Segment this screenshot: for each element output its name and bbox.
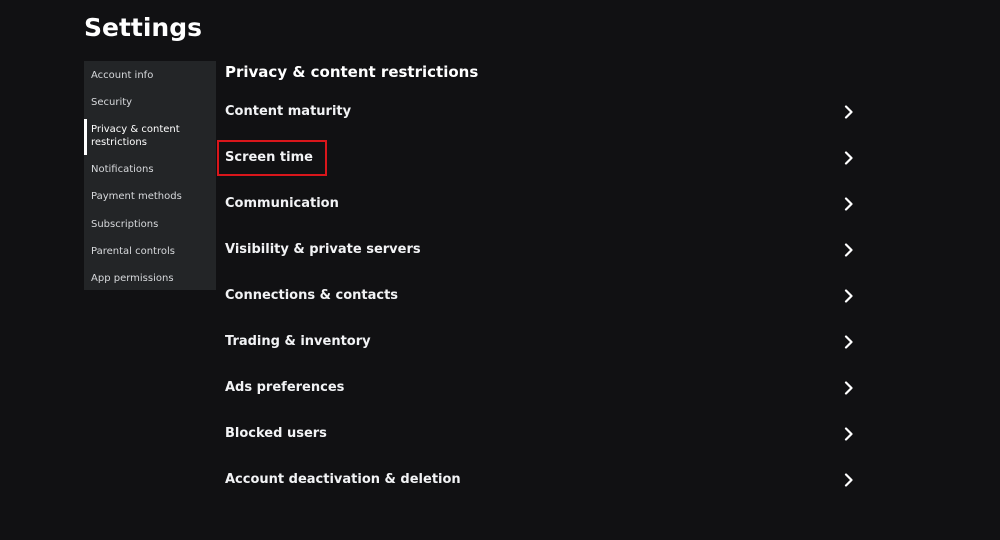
settings-row-trading-inventory[interactable]: Trading & inventory bbox=[225, 319, 860, 365]
page-title: Settings bbox=[84, 13, 203, 42]
sidebar-item-label: Notifications bbox=[91, 164, 154, 176]
sidebar-item-parental-controls[interactable]: Parental controls bbox=[84, 241, 216, 264]
settings-row-connections-contacts[interactable]: Connections & contacts bbox=[225, 273, 860, 319]
row-label: Communication bbox=[225, 196, 339, 211]
row-label: Screen time bbox=[217, 140, 327, 176]
chevron-right-icon bbox=[842, 335, 856, 349]
sidebar-item-label: Security bbox=[91, 97, 133, 109]
settings-row-communication[interactable]: Communication bbox=[225, 181, 860, 227]
settings-row-blocked-users[interactable]: Blocked users bbox=[225, 411, 860, 457]
settings-list: Content maturity Screen time Communicati… bbox=[217, 89, 860, 503]
chevron-right-icon bbox=[842, 105, 856, 119]
chevron-right-icon bbox=[842, 197, 856, 211]
section-title: Privacy & content restrictions bbox=[225, 63, 479, 81]
settings-row-screen-time[interactable]: Screen time bbox=[217, 135, 860, 181]
row-label: Ads preferences bbox=[225, 380, 345, 395]
settings-row-account-deactivation-deletion[interactable]: Account deactivation & deletion bbox=[225, 457, 860, 503]
row-label: Account deactivation & deletion bbox=[225, 472, 461, 487]
sidebar-item-label: Subscriptions bbox=[91, 218, 159, 230]
chevron-right-icon bbox=[842, 151, 856, 165]
row-label: Blocked users bbox=[225, 426, 327, 441]
chevron-right-icon bbox=[842, 427, 856, 441]
row-label: Visibility & private servers bbox=[225, 242, 421, 257]
sidebar-item-label: App permissions bbox=[91, 272, 174, 284]
sidebar-item-label: Payment methods bbox=[91, 191, 182, 203]
sidebar-item-notifications[interactable]: Notifications bbox=[84, 159, 216, 182]
settings-sidebar: Account info Security Privacy & content … bbox=[84, 61, 216, 290]
row-label: Trading & inventory bbox=[225, 334, 371, 349]
sidebar-item-privacy-content-restrictions[interactable]: Privacy & content restrictions bbox=[84, 119, 216, 155]
chevron-right-icon bbox=[842, 243, 856, 257]
row-label: Connections & contacts bbox=[225, 288, 399, 303]
settings-row-visibility-private-servers[interactable]: Visibility & private servers bbox=[225, 227, 860, 273]
sidebar-item-security[interactable]: Security bbox=[84, 92, 216, 115]
settings-row-ads-preferences[interactable]: Ads preferences bbox=[225, 365, 860, 411]
chevron-right-icon bbox=[842, 381, 856, 395]
settings-row-content-maturity[interactable]: Content maturity bbox=[225, 89, 860, 135]
sidebar-item-app-permissions[interactable]: App permissions bbox=[84, 268, 216, 291]
chevron-right-icon bbox=[842, 289, 856, 303]
sidebar-item-account-info[interactable]: Account info bbox=[84, 65, 216, 88]
row-label: Content maturity bbox=[225, 104, 352, 119]
sidebar-item-subscriptions[interactable]: Subscriptions bbox=[84, 214, 216, 237]
sidebar-item-payment-methods[interactable]: Payment methods bbox=[84, 186, 216, 209]
sidebar-item-label: Account info bbox=[91, 70, 154, 81]
sidebar-item-label: Privacy & content restrictions bbox=[91, 124, 180, 148]
sidebar-item-label: Parental controls bbox=[91, 245, 175, 257]
chevron-right-icon bbox=[842, 473, 856, 487]
